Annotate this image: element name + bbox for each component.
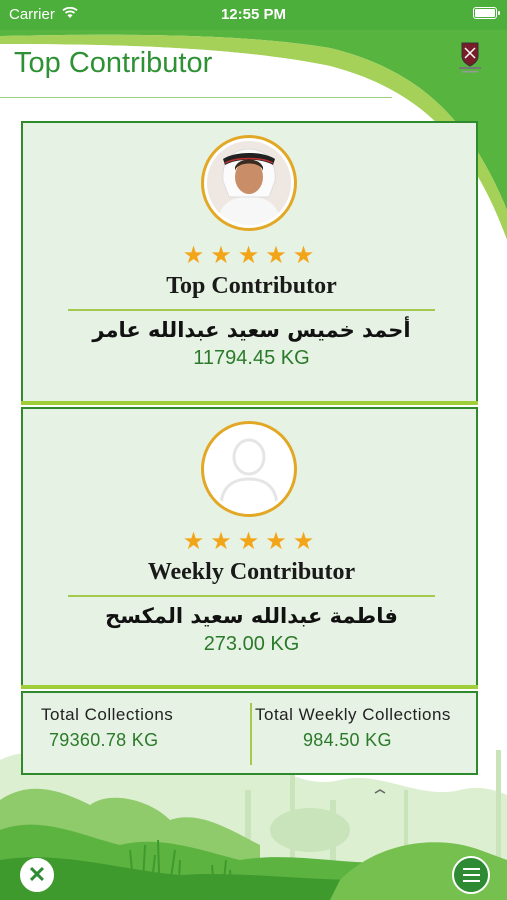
close-icon: ✕ — [27, 862, 47, 887]
top-contributor-divider — [68, 309, 435, 311]
top-contributor-value: 11794.45 KG — [193, 347, 310, 369]
total-collections-value: 79360.78 KG — [49, 730, 159, 750]
weekly-contributor-stars: ★★★★★ — [182, 528, 321, 555]
totals-divider — [250, 703, 252, 765]
top-contributor-card: ★★★★★ Top Contributor أحمد خميس سعيد عبد… — [21, 121, 478, 405]
weekly-contributor-avatar — [201, 421, 297, 517]
battery-icon — [473, 7, 500, 19]
total-weekly-collections-value: 984.50 KG — [303, 730, 392, 750]
weekly-contributor-divider — [68, 595, 435, 597]
total-collections-label: Total Collections — [41, 705, 174, 724]
top-contributor-avatar — [201, 135, 297, 231]
totals-panel: Total Collections 79360.78 KG Total Week… — [21, 691, 478, 775]
weekly-contributor-name: فاطمة عبدالله سعيد المكسح — [105, 604, 398, 628]
weekly-contributor-title: Weekly Contributor — [147, 559, 356, 585]
header-divider — [0, 97, 392, 98]
menu-icon — [463, 868, 480, 870]
card-accent-bar — [21, 401, 478, 405]
status-time: 12:55 PM — [220, 6, 287, 23]
page-title: Top Contributor — [14, 47, 213, 79]
menu-button[interactable] — [452, 856, 490, 894]
weekly-contributor-value: 273.00 KG — [203, 633, 300, 655]
close-button[interactable]: ✕ — [20, 858, 54, 892]
weekly-contributor-card: ★★★★★ Weekly Contributor فاطمة عبدالله س… — [21, 407, 478, 689]
top-contributor-name: أحمد خميس سعيد عبدالله عامر — [92, 318, 411, 342]
logo-icon — [456, 40, 484, 74]
top-contributor-stars: ★★★★★ — [182, 242, 321, 269]
top-contributor-title: Top Contributor — [166, 273, 337, 299]
status-bar: Carrier 12:55 PM — [0, 0, 507, 30]
card-accent-bar — [21, 685, 478, 689]
total-weekly-collections-label: Total Weekly Collections — [255, 705, 451, 724]
